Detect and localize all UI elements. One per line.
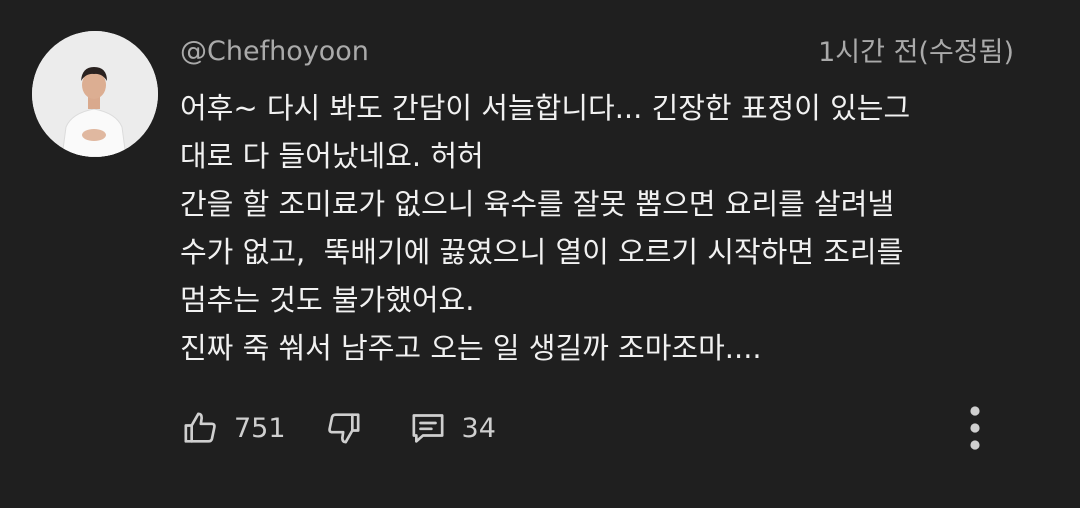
- comment-text: 어후~ 다시 봐도 간담이 서늘합니다... 긴장한 표정이 있는그 대로 다 …: [180, 84, 1040, 372]
- comment-action-bar: 751 34: [180, 400, 496, 456]
- thumbs-down-icon: [327, 413, 360, 444]
- comment-line: 간을 할 조미료가 없으니 육수를 잘못 뽑으면 요리를 살려낼: [180, 187, 895, 221]
- comment-line: 어후~ 다시 봐도 간담이 서늘합니다... 긴장한 표정이 있는그: [180, 91, 911, 125]
- comment-author-handle[interactable]: @Chefhoyoon: [180, 32, 369, 72]
- comment-menu-button[interactable]: [958, 400, 992, 456]
- comment-icon: [412, 414, 444, 443]
- comment-line: 진짜 죽 쒀서 남주고 오는 일 생길까 조마조마....: [180, 331, 762, 365]
- avatar-image: [32, 31, 158, 157]
- comment-timestamp[interactable]: 1시간 전(수정됨): [818, 33, 1014, 73]
- comment-line: 수가 없고, 뚝배기에 끓였으니 열이 오르기 시작하면 조리를: [180, 235, 904, 269]
- dislike-button[interactable]: [324, 408, 364, 448]
- like-button[interactable]: 751: [180, 408, 286, 448]
- thumbs-up-icon: [184, 412, 216, 443]
- like-count: 751: [234, 412, 286, 444]
- reply-count: 34: [461, 412, 496, 444]
- reply-button[interactable]: 34: [408, 408, 496, 448]
- more-vertical-icon: [970, 406, 980, 450]
- comment-line: 대로 다 들어났네요. 허허: [180, 139, 484, 173]
- comment-avatar[interactable]: [32, 31, 158, 157]
- comment-line: 멈추는 것도 불가했어요.: [180, 283, 475, 317]
